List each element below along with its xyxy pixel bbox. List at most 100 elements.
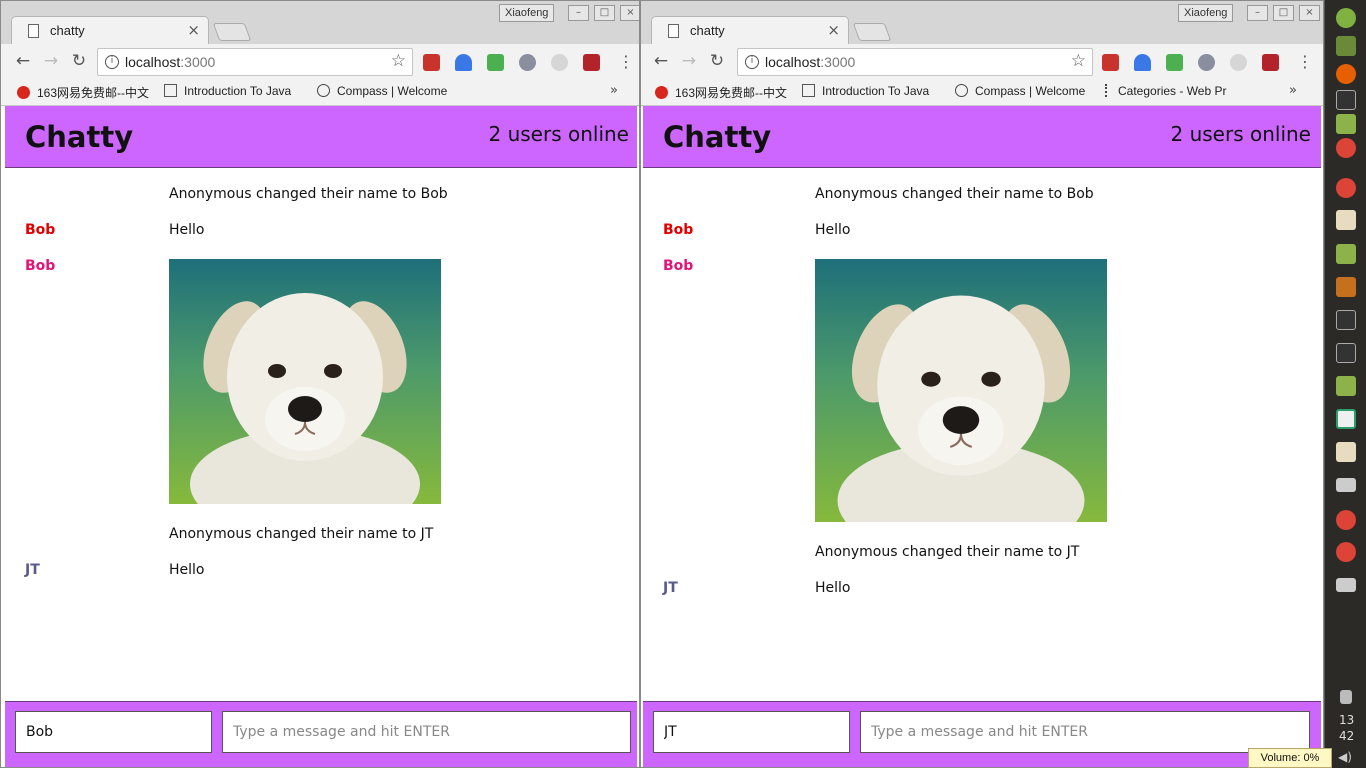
message-username: Bob — [25, 258, 56, 274]
forward-icon[interactable]: → — [40, 50, 62, 72]
tab-strip: chatty × Xiaofeng – □ × — [641, 1, 1323, 45]
chatty-app: Chatty 2 users online Anonymous changed … — [5, 106, 637, 767]
clipboard-icon[interactable] — [1340, 690, 1352, 704]
message-list: Anonymous changed their name to Bob Bob … — [643, 168, 1321, 701]
terminal-icon[interactable] — [1336, 343, 1356, 363]
window-icon[interactable] — [1336, 478, 1356, 492]
username-input[interactable] — [653, 711, 850, 753]
info-icon[interactable]: i — [105, 55, 119, 69]
extension-dark-red-icon[interactable] — [583, 54, 600, 71]
users-online-count: 2 users online — [488, 122, 630, 146]
back-icon[interactable]: ← — [12, 50, 34, 72]
system-notification: Anonymous changed their name to Bob — [815, 186, 1094, 202]
tab-strip: chatty × Xiaofeng – □ × — [1, 1, 639, 45]
back-icon[interactable]: ← — [650, 50, 672, 72]
chrome-icon[interactable] — [1336, 510, 1356, 530]
bookmark-163-icon — [655, 86, 668, 99]
extension-green-icon[interactable] — [1166, 54, 1183, 71]
tab-chatty[interactable]: chatty × — [11, 16, 209, 45]
message-username: JT — [25, 562, 40, 578]
message-username: Bob — [25, 222, 56, 238]
browser-toolbar: ← → ↻ i localhost:3000 ☆ ⋮ — [1, 44, 639, 80]
files-icon[interactable] — [1336, 36, 1356, 56]
bookmark-item[interactable]: Compass | Welcome — [317, 84, 453, 98]
bookmarks-bar: 163网易免费邮--中文 Introduction To Java Compas… — [641, 80, 1323, 106]
username-input[interactable] — [15, 711, 212, 753]
tab-title: chatty — [50, 23, 85, 38]
close-icon[interactable]: × — [827, 21, 840, 39]
browser-toolbar: ← → ↻ i localhost:3000 ☆ ⋮ — [641, 44, 1323, 80]
bookmark-item[interactable]: Categories - Web Pr — [1105, 84, 1227, 98]
message-input[interactable] — [860, 711, 1310, 753]
bookmarks-overflow-icon[interactable]: » — [1289, 83, 1297, 98]
minimize-icon[interactable]: – — [1247, 5, 1268, 21]
profile-badge[interactable]: Xiaofeng — [1178, 4, 1234, 22]
bookmark-163-icon — [17, 86, 30, 99]
bookmark-item[interactable]: 163网易免费邮--中文 — [17, 84, 151, 101]
chrome-icon[interactable] — [1336, 542, 1356, 562]
bookmark-item[interactable]: Compass | Welcome — [955, 84, 1091, 98]
bookmarks-bar: 163网易免费邮--中文 Introduction To Java Compas… — [1, 80, 639, 106]
clock[interactable]: 13 42 — [1339, 712, 1354, 744]
bookmark-star-icon[interactable]: ☆ — [391, 51, 406, 71]
system-notification: Anonymous changed their name to JT — [169, 526, 434, 542]
desktop-launcher: 13 42 ◀) — [1324, 0, 1366, 768]
app-brand[interactable]: Chatty — [25, 120, 133, 154]
folder-icon[interactable] — [1336, 376, 1356, 396]
extension-blue-icon[interactable] — [1134, 54, 1151, 71]
chrome-menu-icon[interactable]: ⋮ — [618, 52, 634, 71]
bookmark-page-icon — [164, 84, 177, 97]
extension-light-icon[interactable] — [1230, 54, 1247, 71]
bookmark-item[interactable]: 163网易免费邮--中文 — [655, 84, 789, 101]
firefox-icon[interactable] — [1336, 64, 1356, 84]
profile-badge[interactable]: Xiaofeng — [499, 4, 555, 22]
message-content: Hello — [815, 580, 851, 596]
minimize-icon[interactable]: – — [568, 5, 589, 21]
extension-dark-red-icon[interactable] — [1262, 54, 1279, 71]
extension-blue-icon[interactable] — [455, 54, 472, 71]
close-icon[interactable]: × — [187, 21, 200, 39]
maximize-icon[interactable]: □ — [594, 5, 615, 21]
bookmark-star-icon[interactable]: ☆ — [1071, 51, 1086, 71]
window-icon[interactable] — [1336, 578, 1356, 592]
new-tab-button[interactable] — [852, 23, 892, 41]
bookmarks-overflow-icon[interactable]: » — [610, 83, 618, 98]
bookmark-item[interactable]: Introduction To Java — [802, 84, 938, 98]
tab-chatty[interactable]: chatty × — [651, 16, 849, 45]
window-close-icon[interactable]: × — [1299, 5, 1320, 21]
extension-gray-icon[interactable] — [1198, 54, 1215, 71]
address-bar[interactable]: i localhost:3000 ☆ — [97, 48, 413, 76]
folder-icon[interactable] — [1336, 114, 1356, 134]
extension-green-icon[interactable] — [487, 54, 504, 71]
window-close-icon[interactable]: × — [620, 5, 639, 21]
speaker-icon[interactable]: ◀) — [1338, 750, 1352, 764]
extension-red-icon[interactable] — [423, 54, 440, 71]
bookmark-page-icon — [802, 84, 815, 97]
chrome-icon[interactable] — [1336, 138, 1356, 158]
bookmark-item[interactable]: Introduction To Java — [164, 84, 300, 98]
info-icon[interactable]: i — [745, 55, 759, 69]
app-brand[interactable]: Chatty — [663, 120, 771, 154]
text-editor-icon[interactable] — [1336, 442, 1356, 462]
reload-icon[interactable]: ↻ — [706, 50, 728, 72]
chrome-menu-icon[interactable]: ⋮ — [1297, 52, 1313, 71]
slack-icon[interactable] — [1336, 409, 1356, 429]
maximize-icon[interactable]: □ — [1273, 5, 1294, 21]
text-editor-icon[interactable] — [1336, 210, 1356, 230]
terminal-icon[interactable] — [1336, 310, 1356, 330]
new-tab-button[interactable] — [212, 23, 252, 41]
extension-light-icon[interactable] — [551, 54, 568, 71]
reload-icon[interactable]: ↻ — [68, 50, 90, 72]
volume-tooltip: Volume: 0% — [1248, 748, 1332, 768]
chrome-icon[interactable] — [1336, 178, 1356, 198]
message-input[interactable] — [222, 711, 631, 753]
folder-icon[interactable] — [1336, 244, 1356, 264]
mint-menu-icon[interactable] — [1336, 8, 1356, 28]
sublime-icon[interactable] — [1336, 277, 1356, 297]
extension-red-icon[interactable] — [1102, 54, 1119, 71]
extension-gray-icon[interactable] — [519, 54, 536, 71]
address-bar[interactable]: i localhost:3000 ☆ — [737, 48, 1093, 76]
bookmark-page-icon — [1105, 84, 1111, 97]
forward-icon[interactable]: → — [678, 50, 700, 72]
terminal-icon[interactable] — [1336, 90, 1356, 110]
